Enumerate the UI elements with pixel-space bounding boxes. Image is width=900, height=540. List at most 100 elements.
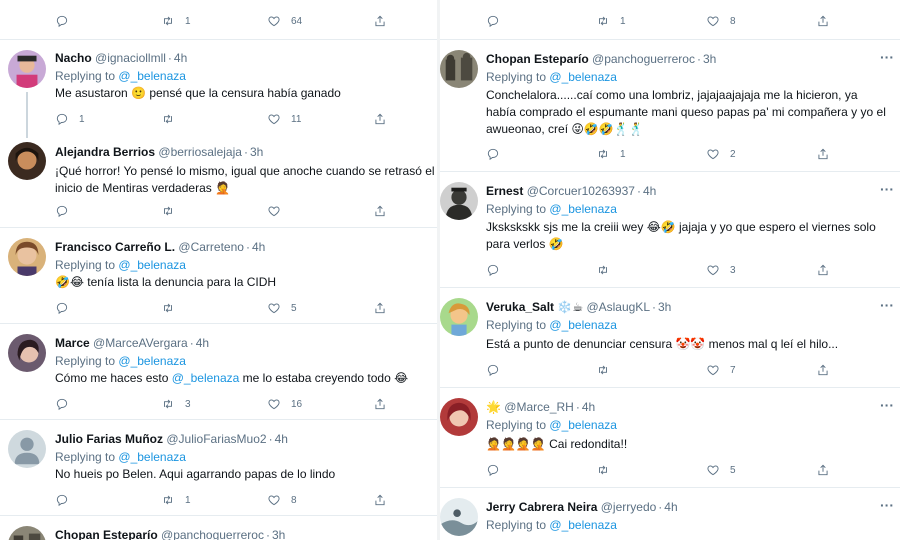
avatar[interactable] — [8, 526, 46, 540]
retweet-button[interactable]: 3 — [161, 396, 191, 412]
display-name[interactable]: Julio Farias Muñoz — [55, 432, 163, 446]
retweet-button[interactable]: 1 — [161, 13, 191, 29]
like-button[interactable]: 2 — [706, 146, 736, 162]
timestamp[interactable]: 4h — [643, 184, 656, 198]
like-button[interactable]: 11 — [267, 111, 301, 127]
share-button[interactable] — [373, 396, 387, 412]
avatar[interactable] — [440, 298, 478, 336]
timestamp[interactable]: 4h — [582, 400, 595, 414]
reply-tweet-ernest[interactable]: Ernest @Corcuer10263937 · 4h ··· Replying … — [440, 172, 900, 288]
share-button[interactable] — [373, 111, 387, 127]
reply-button[interactable] — [55, 13, 79, 29]
retweet-button[interactable] — [161, 300, 185, 316]
username[interactable]: @AslaugKL — [586, 300, 650, 314]
timestamp[interactable]: 4h — [664, 500, 677, 514]
avatar[interactable] — [440, 498, 478, 536]
mention-link[interactable]: @_belenaza — [172, 371, 240, 385]
reply-button[interactable] — [486, 262, 510, 278]
timestamp[interactable]: 4h — [252, 240, 265, 254]
reply-button[interactable] — [486, 362, 510, 378]
more-options-icon[interactable]: ··· — [880, 397, 894, 413]
share-button[interactable] — [373, 13, 387, 29]
mention-link[interactable]: @_belenaza — [549, 518, 617, 532]
share-button[interactable] — [816, 262, 830, 278]
like-button[interactable]: 3 — [706, 262, 736, 278]
display-name[interactable]: Marce — [55, 336, 90, 350]
username[interactable]: @JulioFariasMuo2 — [166, 432, 266, 446]
reply-tweet-marce[interactable]: Marce @MarceAVergara · 4h Replying to @_be… — [0, 324, 440, 420]
reply-button[interactable] — [486, 462, 510, 478]
display-name[interactable]: Francisco Carreño L. — [55, 240, 175, 254]
like-button[interactable] — [267, 203, 291, 219]
reply-button[interactable] — [55, 492, 79, 508]
username[interactable]: @MarceAVergara — [93, 336, 188, 350]
reply-tweet-alejandra[interactable]: Alejandra Berrios @berriosalejaja · 3h ¡Qu… — [0, 136, 440, 228]
like-button[interactable]: 16 — [267, 396, 302, 412]
timestamp[interactable]: 3h — [272, 528, 285, 540]
display-name[interactable]: Alejandra Berrios — [55, 145, 155, 159]
more-options-icon[interactable]: ··· — [880, 49, 894, 65]
avatar[interactable] — [8, 334, 46, 372]
mention-link[interactable]: @_belenaza — [118, 354, 186, 368]
avatar[interactable] — [8, 430, 46, 468]
reply-button[interactable]: 1 — [55, 111, 85, 127]
avatar[interactable] — [8, 238, 46, 276]
reply-tweet-marce-rh[interactable]: 🌟 @Marce_RH · 4h ··· Replying to @_belenaz… — [440, 388, 900, 488]
share-button[interactable] — [373, 203, 387, 219]
username[interactable]: @panchoguerreroc — [161, 528, 264, 540]
username[interactable]: @Corcuer10263937 — [527, 184, 635, 198]
timestamp[interactable]: 4h — [196, 336, 209, 350]
retweet-button[interactable]: 1 — [596, 13, 626, 29]
username[interactable]: @ignaciollmll — [95, 51, 166, 65]
mention-link[interactable]: @_belenaza — [549, 70, 617, 84]
reply-button[interactable] — [486, 13, 510, 29]
more-options-icon[interactable]: ··· — [880, 497, 894, 513]
avatar[interactable] — [440, 182, 478, 220]
username[interactable]: @berriosalejaja — [158, 145, 242, 159]
retweet-button[interactable] — [596, 362, 620, 378]
reply-tweet-veruka[interactable]: Veruka_Salt ❄️☕ @AslaugKL · 3h ··· Replyin… — [440, 288, 900, 388]
share-button[interactable] — [816, 13, 830, 29]
like-button[interactable]: 5 — [267, 300, 297, 316]
like-button[interactable]: 8 — [706, 13, 736, 29]
display-name[interactable]: Nacho — [55, 51, 92, 65]
retweet-button[interactable] — [596, 262, 620, 278]
reply-tweet-francisco[interactable]: Francisco Carreño L. @Carreteno · 4h Reply… — [0, 228, 440, 324]
mention-link[interactable]: @_belenaza — [549, 202, 617, 216]
like-button[interactable]: 8 — [267, 492, 297, 508]
timestamp[interactable]: 4h — [275, 432, 288, 446]
retweet-button[interactable] — [596, 462, 620, 478]
reply-tweet-julio[interactable]: Julio Farias Muñoz @JulioFariasMuo2 · 4h R… — [0, 420, 440, 516]
username[interactable]: @Marce_RH — [504, 400, 574, 414]
retweet-button[interactable] — [161, 203, 185, 219]
share-button[interactable] — [373, 492, 387, 508]
reply-button[interactable] — [486, 146, 510, 162]
like-button[interactable]: 7 — [706, 362, 736, 378]
avatar[interactable] — [8, 50, 46, 88]
retweet-button[interactable] — [161, 111, 185, 127]
username[interactable]: @jerryedo — [601, 500, 657, 514]
more-options-icon[interactable]: ··· — [880, 181, 894, 197]
display-name[interactable]: Jerry Cabrera Neira — [486, 500, 597, 514]
reply-button[interactable] — [55, 396, 79, 412]
reply-tweet-nacho[interactable]: Nacho @ignaciollmll · 4h Replying to @_bel… — [0, 40, 440, 138]
like-button[interactable]: 64 — [267, 13, 302, 29]
reply-tweet-chopan-partial[interactable]: Chopan Esteparío @panchoguerreroc · 3h — [0, 516, 440, 540]
reply-tweet-chopan[interactable]: Chopan Esteparío @panchoguerreroc · 3h ···… — [440, 40, 900, 172]
mention-link[interactable]: @_belenaza — [118, 450, 186, 464]
share-button[interactable] — [373, 300, 387, 316]
display-name[interactable]: Ernest — [486, 184, 523, 198]
display-name[interactable]: Chopan Esteparío — [55, 528, 158, 540]
reply-button[interactable] — [55, 300, 79, 316]
username[interactable]: @Carreteno — [178, 240, 244, 254]
reply-tweet-jerry-partial[interactable]: Jerry Cabrera Neira @jerryedo · 4h ··· Rep… — [440, 488, 900, 540]
share-button[interactable] — [816, 462, 830, 478]
display-name[interactable]: Veruka_Salt — [486, 300, 554, 314]
retweet-button[interactable]: 1 — [596, 146, 626, 162]
like-button[interactable]: 5 — [706, 462, 736, 478]
timestamp[interactable]: 3h — [703, 52, 716, 66]
mention-link[interactable]: @_belenaza — [549, 318, 617, 332]
timestamp[interactable]: 3h — [658, 300, 671, 314]
retweet-button[interactable]: 1 — [161, 492, 191, 508]
timestamp[interactable]: 3h — [250, 145, 263, 159]
